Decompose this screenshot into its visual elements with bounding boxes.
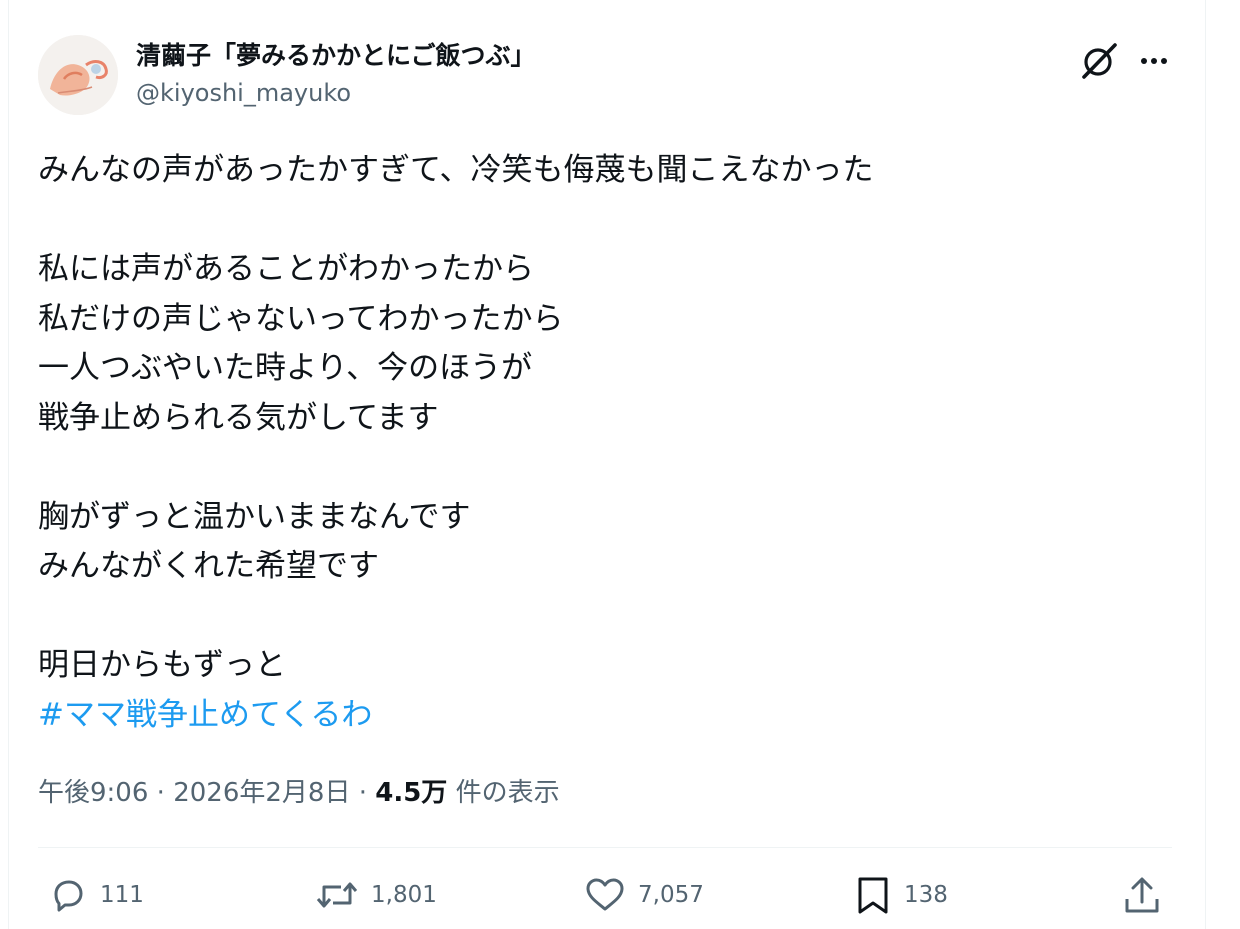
repost-icon xyxy=(316,882,358,908)
bookmark-button[interactable]: 138 xyxy=(854,866,948,924)
reply-count: 111 xyxy=(100,882,144,908)
bookmark-count: 138 xyxy=(904,882,948,908)
post-line: 私には声があることがわかったから xyxy=(38,251,534,287)
post-line: 一人つぶやいた時より、今のほうが xyxy=(38,350,533,386)
meta-separator: · xyxy=(156,778,165,808)
frame-border-right xyxy=(1205,0,1206,929)
divider xyxy=(38,847,1172,848)
avatar[interactable] xyxy=(38,35,118,115)
post-line: 私だけの声じゃないってわかったから xyxy=(38,300,564,337)
frame-border-left xyxy=(8,0,9,929)
avatar-illustration xyxy=(38,35,118,115)
reply-icon xyxy=(54,880,83,912)
views-label[interactable]: 件の表示 xyxy=(456,778,560,808)
more-icon xyxy=(1141,58,1167,64)
post-date[interactable]: 2026年2月8日 xyxy=(173,778,350,808)
post-line xyxy=(38,196,1178,246)
more-button[interactable] xyxy=(1134,39,1178,83)
author-names: 清繭子「夢みるかかとにご飯つぶ」 @kiyoshi_mayuko xyxy=(136,39,536,109)
author-display-name[interactable]: 清繭子「夢みるかかとにご飯つぶ」 xyxy=(136,39,536,73)
post-line xyxy=(38,443,1178,493)
post-line: 戦争止められる気がしてます xyxy=(38,399,439,436)
like-button[interactable]: 7,057 xyxy=(584,866,704,924)
grok-button[interactable] xyxy=(1078,39,1122,83)
post-line xyxy=(38,592,1178,642)
post-line: みんながくれた希望です xyxy=(38,548,379,584)
bookmark-icon xyxy=(858,877,888,914)
post-header: 清繭子「夢みるかかとにご飯つぶ」 @kiyoshi_mayuko xyxy=(38,33,1178,117)
hashtag-link[interactable]: #ママ戦争止めてくるわ xyxy=(38,697,372,733)
grok-icon xyxy=(1082,43,1117,79)
reply-button[interactable]: 111 xyxy=(48,866,144,924)
post-text: みんなの声があったかすぎて、冷笑も侮蔑も聞こえなかった 私には声があることがわか… xyxy=(38,146,1178,740)
post-line: みんなの声があったかすぎて、冷笑も侮蔑も聞こえなかった xyxy=(38,152,874,188)
post-line: 胸がずっと温かいままなんです xyxy=(38,498,471,535)
post-hashtag-line: #ママ戦争止めてくるわ xyxy=(38,691,1178,741)
like-count: 7,057 xyxy=(638,882,704,908)
share-button[interactable] xyxy=(1122,866,1162,924)
post-line: 明日からもずっと xyxy=(38,647,286,683)
heart-icon xyxy=(586,878,624,911)
share-icon xyxy=(1125,877,1159,913)
views-count[interactable]: 4.5万 xyxy=(375,778,447,808)
repost-count: 1,801 xyxy=(371,882,437,908)
meta-separator: · xyxy=(358,778,367,808)
post-time[interactable]: 午後9:06 xyxy=(38,778,148,808)
author-handle[interactable]: @kiyoshi_mayuko xyxy=(136,77,536,109)
action-bar: 111 1,801 7,057 138 xyxy=(0,866,1240,926)
post-meta: 午後9:06 · 2026年2月8日 · 4.5万 件の表示 xyxy=(38,774,560,812)
repost-button[interactable]: 1,801 xyxy=(315,866,437,924)
